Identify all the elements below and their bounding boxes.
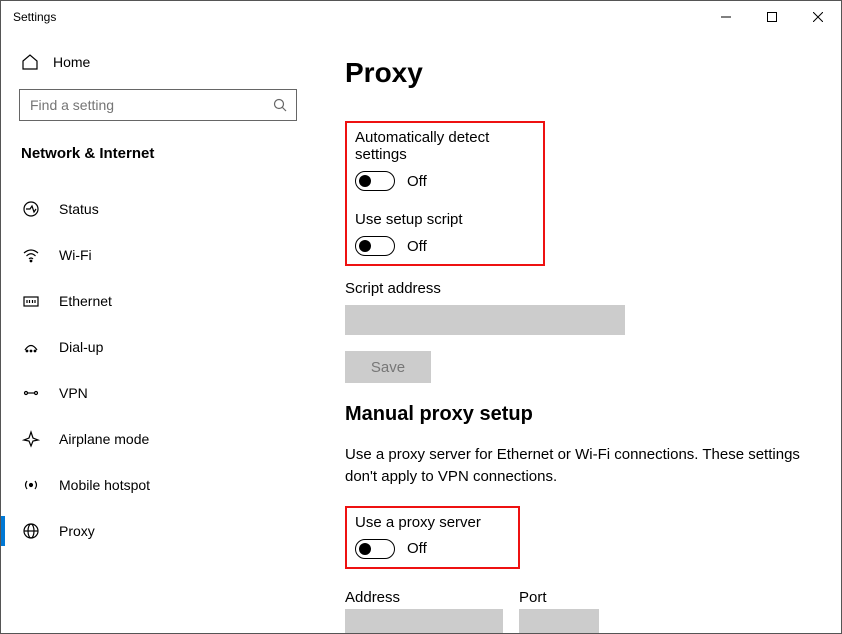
globe-icon [21,521,41,541]
setup-script-toggle[interactable] [355,236,395,256]
sidebar: Home Network & Internet Status Wi-Fi [1,33,313,633]
airplane-icon [21,429,41,449]
use-proxy-label: Use a proxy server [355,514,508,531]
sidebar-item-dialup[interactable]: Dial-up [1,324,312,370]
script-address-input [345,305,625,335]
category-label: Network & Internet [1,139,312,180]
highlight-proxy-section: Use a proxy server Off [345,506,520,569]
sidebar-item-label: Mobile hotspot [59,477,150,493]
sidebar-item-proxy[interactable]: Proxy [1,508,312,554]
sidebar-item-ethernet[interactable]: Ethernet [1,278,312,324]
sidebar-item-label: Ethernet [59,293,112,309]
home-nav[interactable]: Home [1,45,312,89]
maximize-button[interactable] [749,1,795,33]
ethernet-icon [21,291,41,311]
manual-section-title: Manual proxy setup [345,403,801,426]
search-input[interactable] [30,97,272,113]
sidebar-item-label: Wi-Fi [59,247,92,263]
hotspot-icon [21,475,41,495]
search-icon [272,97,288,113]
port-input [519,609,599,633]
search-box[interactable] [19,89,297,121]
port-label: Port [519,589,599,606]
script-address-label: Script address [345,280,801,297]
close-button[interactable] [795,1,841,33]
sidebar-item-vpn[interactable]: VPN [1,370,312,416]
save-button: Save [345,351,431,383]
sidebar-item-label: VPN [59,385,88,401]
home-icon [21,53,39,71]
sidebar-item-airplane[interactable]: Airplane mode [1,416,312,462]
highlight-auto-section: Automatically detect settings Off Use se… [345,121,545,266]
wifi-icon [21,245,41,265]
sidebar-item-label: Status [59,201,99,217]
setup-script-state: Off [407,238,427,255]
window-controls [703,1,841,33]
auto-detect-label: Automatically detect settings [355,129,533,163]
sidebar-item-label: Dial-up [59,339,103,355]
setup-script-label: Use setup script [355,211,533,228]
auto-detect-toggle[interactable] [355,171,395,191]
sidebar-item-status[interactable]: Status [1,186,312,232]
sidebar-item-label: Airplane mode [59,431,149,447]
minimize-button[interactable] [703,1,749,33]
dialup-icon [21,337,41,357]
address-input [345,609,503,633]
sidebar-item-wifi[interactable]: Wi-Fi [1,232,312,278]
sidebar-item-hotspot[interactable]: Mobile hotspot [1,462,312,508]
vpn-icon [21,383,41,403]
status-icon [21,199,41,219]
manual-desc: Use a proxy server for Ethernet or Wi-Fi… [345,444,801,488]
address-label: Address [345,589,503,606]
auto-detect-state: Off [407,173,427,190]
titlebar: Settings [1,1,841,33]
sidebar-item-label: Proxy [59,523,95,539]
window-title: Settings [13,10,56,24]
nav-items: Status Wi-Fi Ethernet Dial-up [1,180,312,554]
use-proxy-state: Off [407,540,427,557]
page-title: Proxy [345,57,801,89]
home-label: Home [53,54,90,70]
main-content: Proxy Automatically detect settings Off … [313,33,841,633]
use-proxy-toggle[interactable] [355,539,395,559]
